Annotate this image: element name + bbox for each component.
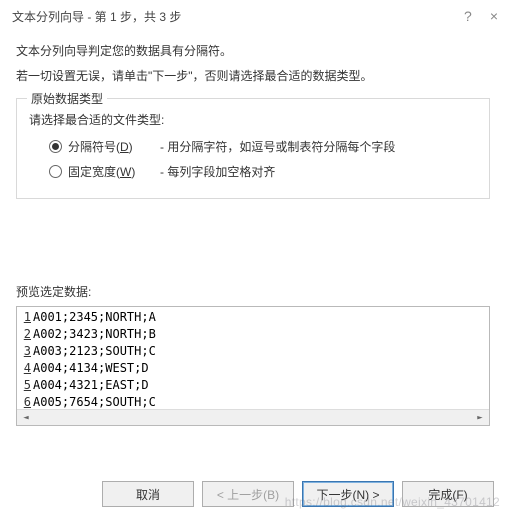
- preview-row: 4A004;4134;WEST;D: [17, 360, 489, 377]
- intro-line-2: 若一切设置无误，请单击"下一步"，否则请选择最合适的数据类型。: [16, 67, 490, 86]
- radio-fixed-label[interactable]: 固定宽度(W): [68, 163, 148, 180]
- back-button: < 上一步(B): [202, 481, 294, 507]
- radio-delimited[interactable]: [49, 140, 62, 153]
- preview-row: 1A001;2345;NORTH;A: [17, 309, 489, 326]
- titlebar: 文本分列向导 - 第 1 步，共 3 步 ? ×: [0, 0, 506, 32]
- dialog-buttons: 取消 < 上一步(B) 下一步(N) > 完成(F): [90, 465, 506, 515]
- row-text: A004;4321;EAST;D: [32, 377, 489, 394]
- radio-delimited-label[interactable]: 分隔符号(D): [68, 138, 148, 155]
- group-legend: 原始数据类型: [27, 90, 107, 107]
- preview-box: 1A001;2345;NORTH;A2A002;3423;NORTH;B3A00…: [16, 306, 490, 426]
- radio-fixed[interactable]: [49, 165, 62, 178]
- row-text: A004;4134;WEST;D: [32, 360, 489, 377]
- radio-delimited-desc: - 用分隔字符，如逗号或制表符分隔每个字段: [160, 138, 395, 155]
- window-title: 文本分列向导 - 第 1 步，共 3 步: [12, 8, 464, 25]
- dialog-content: 文本分列向导判定您的数据具有分隔符。 若一切设置无误，请单击"下一步"，否则请选…: [0, 32, 506, 426]
- radio-delimited-row[interactable]: 分隔符号(D) - 用分隔字符，如逗号或制表符分隔每个字段: [49, 138, 477, 155]
- original-data-type-group: 原始数据类型 请选择最合适的文件类型: 分隔符号(D) - 用分隔字符，如逗号或…: [16, 98, 490, 199]
- row-text: A003;2123;SOUTH;C: [32, 343, 489, 360]
- titlebar-buttons: ? ×: [464, 8, 498, 24]
- horizontal-scrollbar[interactable]: ◄ ►: [17, 409, 489, 425]
- scroll-left-icon[interactable]: ◄: [18, 411, 34, 425]
- row-number: 1: [17, 309, 31, 326]
- close-icon[interactable]: ×: [490, 8, 498, 24]
- cancel-button[interactable]: 取消: [102, 481, 194, 507]
- scroll-right-icon[interactable]: ►: [472, 411, 488, 425]
- radio-fixed-desc: - 每列字段加空格对齐: [160, 163, 275, 180]
- row-number: 4: [17, 360, 31, 377]
- preview-row: 5A004;4321;EAST;D: [17, 377, 489, 394]
- row-text: A001;2345;NORTH;A: [32, 309, 489, 326]
- row-number: 2: [17, 326, 31, 343]
- preview-row: 2A002;3423;NORTH;B: [17, 326, 489, 343]
- preview-row: 3A003;2123;SOUTH;C: [17, 343, 489, 360]
- intro-line-1: 文本分列向导判定您的数据具有分隔符。: [16, 42, 490, 61]
- finish-button[interactable]: 完成(F): [402, 481, 494, 507]
- radio-fixed-row[interactable]: 固定宽度(W) - 每列字段加空格对齐: [49, 163, 477, 180]
- row-number: 5: [17, 377, 31, 394]
- row-number: 3: [17, 343, 31, 360]
- file-type-prompt: 请选择最合适的文件类型:: [29, 111, 477, 128]
- next-button[interactable]: 下一步(N) >: [302, 481, 394, 507]
- spacer: [16, 199, 490, 269]
- help-icon[interactable]: ?: [464, 8, 472, 24]
- preview-label: 预览选定数据:: [16, 283, 490, 300]
- row-text: A002;3423;NORTH;B: [32, 326, 489, 343]
- preview-rows: 1A001;2345;NORTH;A2A002;3423;NORTH;B3A00…: [17, 307, 489, 413]
